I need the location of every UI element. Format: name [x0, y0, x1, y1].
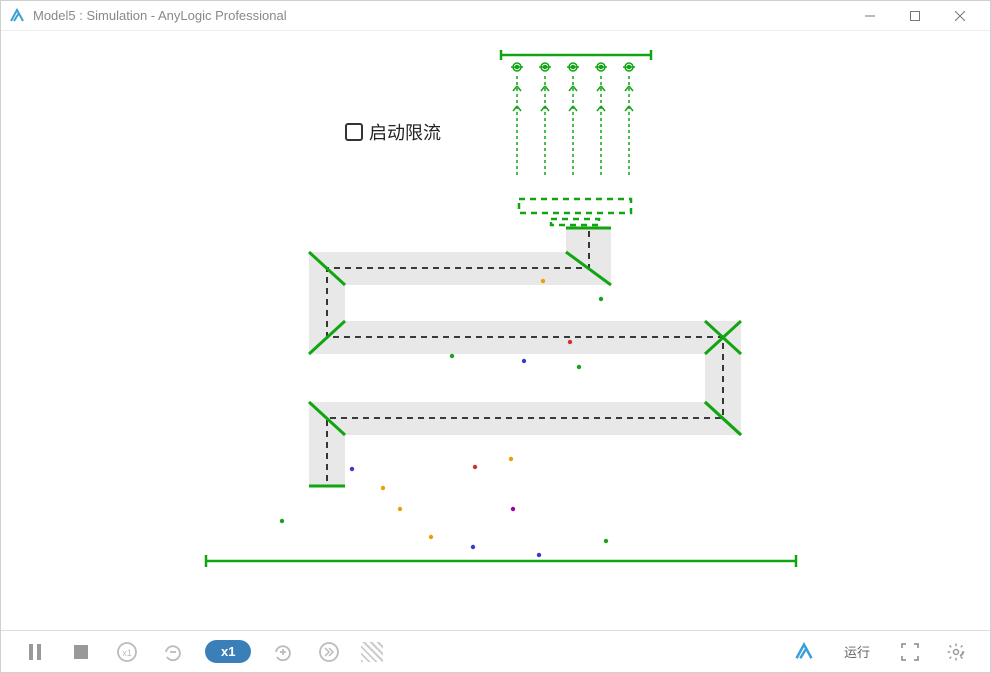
- agent-dot: [541, 279, 545, 283]
- stop-button[interactable]: [67, 638, 95, 666]
- dashed-zones: [519, 199, 631, 225]
- window-title: Model5 : Simulation - AnyLogic Professio…: [33, 8, 847, 23]
- agent-dot: [509, 457, 513, 461]
- fast-forward-button[interactable]: [315, 638, 343, 666]
- speed-reset-button[interactable]: x1: [113, 638, 141, 666]
- pause-button[interactable]: [21, 638, 49, 666]
- close-button[interactable]: [937, 2, 982, 30]
- agent-dot: [450, 354, 454, 358]
- agent-dot: [398, 507, 402, 511]
- minimize-button[interactable]: [847, 2, 892, 30]
- agent-dot: [350, 467, 354, 471]
- maximize-button[interactable]: [892, 2, 937, 30]
- titlebar: Model5 : Simulation - AnyLogic Professio…: [1, 1, 990, 31]
- window-controls: [847, 2, 982, 30]
- agent-dot: [471, 545, 475, 549]
- arrow-columns: [511, 63, 635, 176]
- speed-indicator[interactable]: x1: [205, 640, 251, 663]
- status-label: 运行: [844, 642, 870, 661]
- speed-up-button[interactable]: [269, 638, 297, 666]
- texture-toggle[interactable]: [361, 642, 383, 662]
- agent-dot: [473, 465, 477, 469]
- agent-dot: [511, 507, 515, 511]
- agent-dot: [280, 519, 284, 523]
- bottom-toolbar: x1 x1 运行: [1, 630, 990, 672]
- agent-dot: [429, 535, 433, 539]
- svg-text:x1: x1: [122, 648, 132, 658]
- bottom-baseline: [206, 555, 796, 567]
- app-icon: [9, 8, 25, 24]
- agent-dot: [599, 297, 603, 301]
- simulation-canvas[interactable]: 启动限流: [1, 31, 990, 631]
- simulation-svg: [1, 31, 991, 631]
- agent-dot: [522, 359, 526, 363]
- agent-dot: [604, 539, 608, 543]
- top-target-line: [501, 50, 651, 60]
- agent-dot: [568, 340, 572, 344]
- speed-down-button[interactable]: [159, 638, 187, 666]
- agent-dot: [577, 365, 581, 369]
- agent-dot: [381, 486, 385, 490]
- corridor-path: [309, 228, 741, 486]
- fullscreen-button[interactable]: [896, 638, 924, 666]
- settings-button[interactable]: [942, 638, 970, 666]
- anylogic-logo-icon[interactable]: [790, 638, 818, 666]
- agent-dot: [537, 553, 541, 557]
